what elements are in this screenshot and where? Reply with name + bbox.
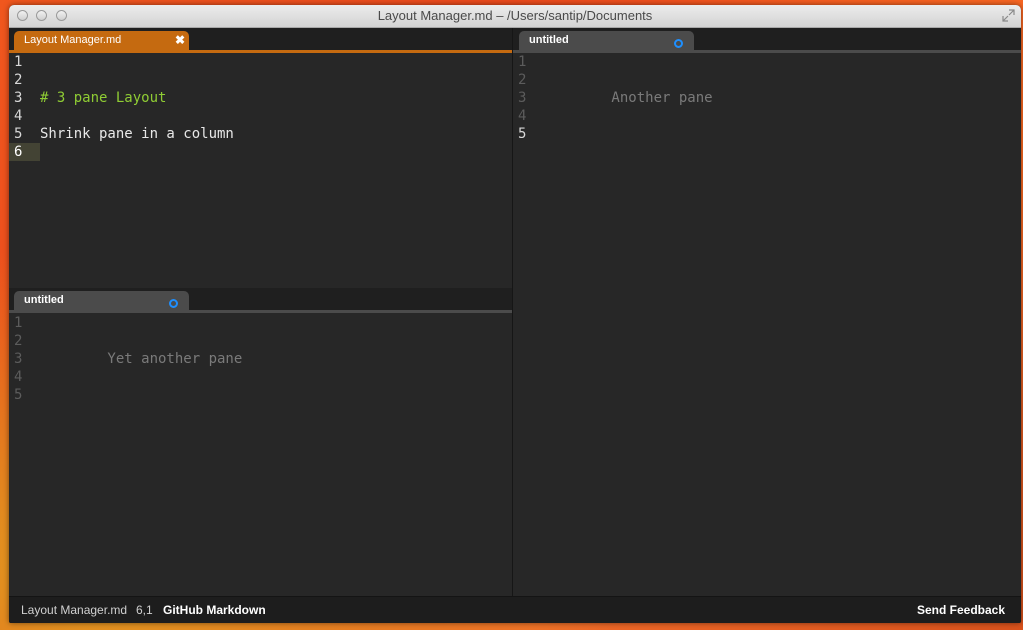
line-number: 5 [14, 126, 23, 142]
status-file-name: Layout Manager.md [21, 603, 128, 617]
tab-untitled-right[interactable]: untitled [519, 31, 694, 50]
line-number: 1 [14, 54, 23, 70]
unsaved-indicator-icon[interactable] [169, 299, 178, 308]
code-line[interactable]: 6 [9, 143, 512, 161]
line-number: 3 [14, 351, 23, 367]
code-line[interactable]: 4 [513, 107, 1021, 125]
code-area[interactable]: 1 2 3 # 3 pane Layout 4 5 Shrink pane in a col… [9, 53, 512, 161]
tab-close-icon[interactable]: ✖ [175, 31, 185, 49]
line-text: Shrink pane in a column [40, 126, 234, 142]
send-feedback-link[interactable]: Send Feedback [917, 597, 1005, 623]
line-number: 2 [14, 72, 23, 88]
tab-label: untitled [24, 294, 64, 306]
line-number: 4 [518, 108, 527, 124]
code-line[interactable]: 5 [9, 386, 512, 404]
code-line[interactable]: 1 [9, 53, 512, 71]
line-number: 5 [14, 387, 23, 403]
tab-underline [9, 310, 512, 313]
tab-label: Layout Manager.md [24, 34, 122, 46]
code-line[interactable]: 2 [9, 71, 512, 89]
line-text: Another pane [544, 90, 713, 106]
line-number: 1 [14, 315, 23, 331]
code-line[interactable]: 3 Yet another pane [9, 350, 512, 368]
line-number: 4 [14, 369, 23, 385]
tab-layout-manager[interactable]: Layout Manager.md ✖ [14, 31, 189, 50]
window-title: Layout Manager.md – /Users/santip/Docume… [377, 8, 653, 23]
code-line[interactable]: 1 [9, 314, 512, 332]
pane-top-left[interactable]: Layout Manager.md ✖ 1 2 3 # 3 pane Layout 4 5… [9, 28, 512, 288]
status-cursor-position: 6,1 [136, 603, 153, 617]
code-line[interactable]: 3 Another pane [513, 89, 1021, 107]
line-number: 6 [14, 144, 23, 160]
line-text: Yet another pane [40, 351, 243, 367]
code-line[interactable]: 4 [9, 368, 512, 386]
syntax-selector[interactable]: GitHub Markdown [163, 597, 266, 623]
code-line[interactable]: 4 [9, 107, 512, 125]
code-line[interactable]: 3 # 3 pane Layout [9, 89, 512, 107]
pane-right[interactable]: untitled 123 Another pane 4 5 [513, 28, 1021, 596]
tab-label: untitled [529, 34, 569, 46]
status-bar: Layout Manager.md 6,1 GitHub Markdown Se… [9, 596, 1021, 623]
code-area[interactable]: 123 Another pane 4 5 [513, 53, 1021, 143]
fullscreen-icon[interactable] [1002, 9, 1015, 22]
line-number: 5 [518, 126, 527, 142]
line-number: 2 [14, 333, 23, 349]
title-bar: Layout Manager.md – /Users/santip/Docume… [9, 5, 1021, 28]
code-line[interactable]: 5 Shrink pane in a column [9, 125, 512, 143]
code-area[interactable]: 123 Yet another pane 4 5 [9, 314, 512, 404]
line-text: # 3 pane Layout [40, 90, 167, 106]
code-line[interactable]: 2 [513, 71, 1021, 89]
line-number: 1 [518, 54, 527, 70]
code-line[interactable]: 1 [513, 53, 1021, 71]
line-number: 3 [14, 90, 23, 106]
code-line[interactable]: 5 [513, 125, 1021, 143]
unsaved-indicator-icon[interactable] [674, 39, 683, 48]
line-number: 2 [518, 72, 527, 88]
tab-untitled-bottom[interactable]: untitled [14, 291, 189, 310]
pane-bottom-left[interactable]: untitled 123 Yet another pane 4 5 [9, 288, 512, 596]
editor-window: Layout Manager.md – /Users/santip/Docume… [9, 5, 1021, 623]
code-line[interactable]: 2 [9, 332, 512, 350]
line-number: 4 [14, 108, 23, 124]
line-number: 3 [518, 90, 527, 106]
